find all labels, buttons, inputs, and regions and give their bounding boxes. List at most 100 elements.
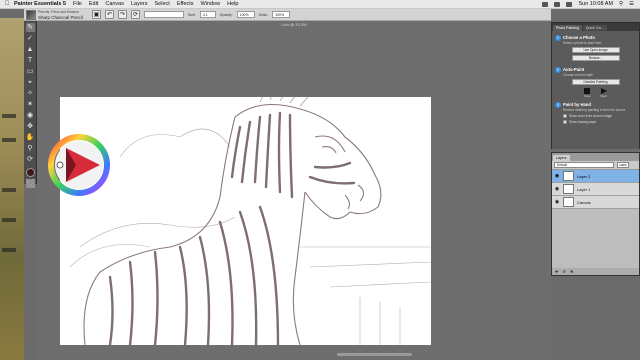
layer-name: Canvas — [577, 199, 591, 205]
layer-adjuster-icon[interactable]: ✥ — [26, 122, 35, 131]
search-icon[interactable]: ⚲ — [619, 1, 623, 7]
eye-icon[interactable]: ◉ — [554, 186, 560, 192]
grabber-hand-icon[interactable]: ✋ — [26, 133, 35, 142]
temporal-color-wheel[interactable] — [48, 134, 110, 196]
browse-button[interactable]: Browse... — [571, 55, 620, 61]
wifi-icon[interactable] — [542, 1, 549, 7]
brush-style-select[interactable]: Detailed Painting — [571, 79, 620, 85]
redo-icon[interactable]: ↷ — [118, 10, 127, 19]
save-icon[interactable]: ▣ — [92, 10, 101, 19]
step-1-badge: 1 — [555, 35, 561, 41]
brush-tool-icon[interactable]: ✎ — [25, 23, 35, 32]
step-2-title: Auto-Paint — [563, 67, 585, 72]
step-auto-paint: 2 Auto-Paint Choose a brush style — [555, 67, 636, 77]
clock[interactable]: Sun 10:08 AM — [578, 1, 613, 7]
composite-method-select[interactable]: Default — [554, 162, 614, 168]
delete-layer-icon[interactable]: ✖ — [570, 269, 573, 274]
magic-wand-icon[interactable]: ✶ — [26, 100, 35, 109]
brush-search-field[interactable] — [144, 11, 184, 18]
document-window: Lion @ 33.3% — [37, 21, 551, 360]
eye-icon[interactable]: ◉ — [554, 173, 560, 179]
start-label: Start — [600, 94, 607, 98]
property-bar: Pencils, Pens and Erasers Sharp Charcoal… — [24, 9, 551, 21]
rotate-page-icon[interactable]: ⟳ — [26, 155, 35, 164]
stop-button[interactable]: Stop — [584, 88, 590, 98]
menu-select[interactable]: Select — [155, 1, 170, 7]
status-area: Sun 10:08 AM ⚲ ☰ — [542, 1, 640, 7]
apple-icon[interactable]:  — [0, 1, 14, 7]
horizontal-scrollbar[interactable] — [337, 353, 412, 356]
menu-list-icon[interactable]: ☰ — [629, 1, 634, 7]
cloner-icon[interactable]: ◉ — [26, 111, 35, 120]
size-field[interactable]: 4.1 — [199, 11, 216, 18]
step-3-title: Paint by Hand — [563, 102, 591, 107]
step-1-desc: Select a photo to start from — [563, 41, 602, 45]
menu-bar:  Painter Essentials 5 File Edit Canvas … — [0, 0, 640, 9]
volume-icon[interactable] — [554, 1, 561, 7]
layer-name: Layer 1 — [577, 186, 591, 192]
layer-controls: Default 100% — [552, 161, 639, 170]
layer-row[interactable]: ◉ Canvas — [552, 196, 639, 209]
menu-help[interactable]: Help — [227, 1, 238, 7]
menu-edit[interactable]: Edit — [89, 1, 98, 7]
new-layer-icon[interactable]: ✚ — [555, 269, 558, 274]
layer-name: Layer 2 — [577, 173, 591, 179]
show-source-color-label: Show color from source image — [569, 114, 613, 118]
step-2-desc: Choose a brush style — [563, 73, 593, 77]
layers-panel: Layers Default 100% ◉ Layer 2 ◉ Layer 1 … — [551, 152, 640, 276]
app-menu[interactable]: Painter Essentials 5 — [14, 1, 66, 7]
magnifier-icon[interactable]: ⚲ — [26, 144, 35, 153]
grain-label: Grain: — [258, 12, 269, 17]
zebra-sketch — [69, 97, 431, 345]
layer-opacity-field[interactable]: 100% — [617, 162, 629, 168]
menu-layers[interactable]: Layers — [131, 1, 148, 7]
drawing-canvas[interactable] — [60, 97, 431, 345]
layers-panel-tabs: Layers — [552, 153, 639, 161]
toolbox: ✎ ✓ ▲ T ▭ ⌖ ✧ ✶ ◉ ✥ ✋ ⚲ ⟳ — [24, 21, 37, 188]
layer-row[interactable]: ◉ Layer 2 — [552, 170, 639, 183]
grain-field[interactable]: 100% — [272, 11, 291, 18]
step-choose-photo: 1 Choose a Photo Select a photo to start… — [555, 35, 636, 45]
main-color-swatch[interactable] — [25, 168, 35, 177]
checkbox-icon — [563, 120, 567, 124]
photo-panel-tabs: Photo Painting Quick Clo... — [552, 23, 639, 31]
step-2-badge: 2 — [555, 67, 561, 73]
crop-icon[interactable]: ⌖ — [26, 78, 35, 87]
photo-painting-panel: Photo Painting Quick Clo... 1 Choose a P… — [551, 22, 640, 149]
tab-layers[interactable]: Layers — [553, 155, 570, 161]
checkbox-icon — [563, 114, 567, 118]
show-tracing-paper-checkbox[interactable]: Show tracing paper — [563, 120, 636, 124]
layer-row[interactable]: ◉ Layer 1 — [552, 183, 639, 196]
reset-tool-icon[interactable]: ⟳ — [131, 10, 140, 19]
document-title: Lion @ 33.3% — [281, 22, 307, 27]
step-1-title: Choose a Photo — [563, 35, 595, 40]
layer-options-icon[interactable]: ⚙ — [562, 269, 566, 274]
step-paint-by-hand: 3 Paint by Hand Restore detail by painti… — [555, 102, 636, 112]
lasso-icon[interactable]: ✧ — [26, 89, 35, 98]
use-open-image-button[interactable]: Use Open Image — [571, 47, 620, 53]
size-label: Size: — [188, 12, 196, 17]
opacity-field[interactable]: 100% — [236, 11, 255, 18]
layer-thumbnail — [563, 197, 574, 207]
menu-file[interactable]: File — [73, 1, 82, 7]
menu-effects[interactable]: Effects — [177, 1, 194, 7]
show-source-color-checkbox[interactable]: Show color from source image — [563, 114, 636, 118]
undo-icon[interactable]: ↶ — [105, 10, 114, 19]
menu-canvas[interactable]: Canvas — [105, 1, 124, 7]
paint-bucket-icon[interactable]: ▲ — [26, 45, 35, 54]
brush-dab-icon — [26, 9, 36, 20]
step-3-desc: Restore detail by painting in from the s… — [563, 108, 626, 112]
layers-footer: ✚ ⚙ ✖ — [552, 268, 639, 275]
paper-texture-swatch[interactable] — [25, 179, 35, 188]
text-tool-icon[interactable]: T — [26, 56, 35, 65]
dropper-icon[interactable]: ✓ — [26, 34, 35, 43]
brush-variant: Sharp Charcoal Pencil — [38, 14, 83, 20]
brush-selector[interactable]: Pencils, Pens and Erasers Sharp Charcoal… — [26, 9, 88, 20]
opacity-label: Opacity: — [219, 12, 233, 17]
start-button[interactable]: Start — [600, 88, 607, 98]
step-3-badge: 3 — [555, 102, 561, 108]
battery-icon[interactable] — [566, 1, 573, 7]
eye-icon[interactable]: ◉ — [554, 199, 560, 205]
eraser-icon[interactable]: ▭ — [26, 67, 35, 76]
menu-window[interactable]: Window — [201, 1, 221, 7]
